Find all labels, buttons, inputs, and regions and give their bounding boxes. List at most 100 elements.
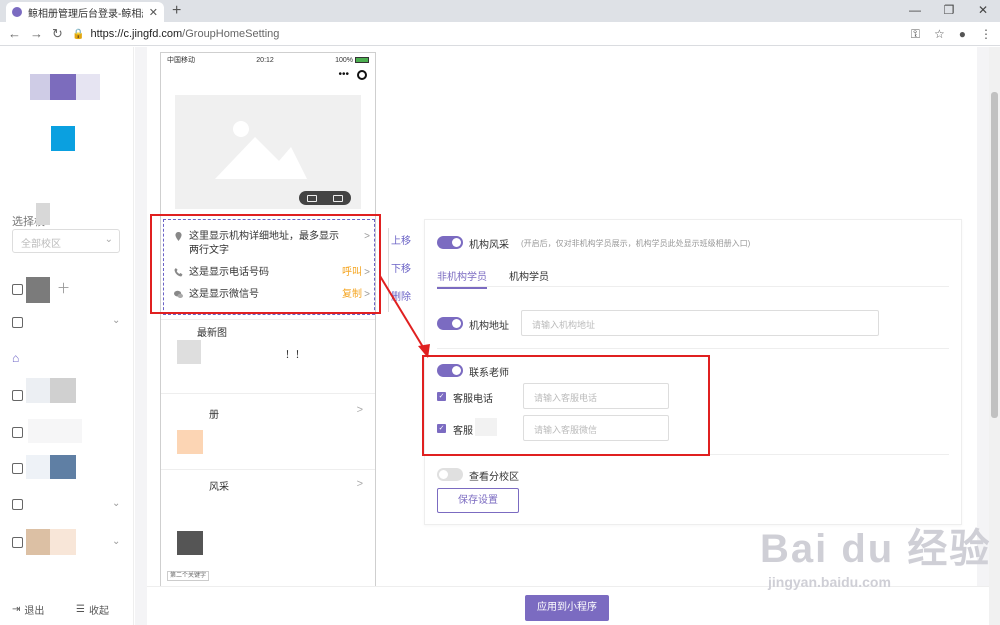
battery-icon: [355, 56, 369, 63]
style-toggle[interactable]: [437, 236, 463, 249]
chevron-right-icon: >: [356, 404, 363, 416]
list-item[interactable]: 册 >: [161, 393, 375, 454]
logout-link[interactable]: ⇥ 退出: [12, 602, 44, 617]
browser-tab[interactable]: 鲸相册管理后台登录-鲸相册_会 ✕: [6, 2, 164, 22]
tabs-underline: [437, 286, 949, 287]
thumb-blur: [177, 430, 203, 454]
menu-item-icon[interactable]: [12, 537, 23, 548]
tab-title: 鲸相册管理后台登录-鲸相册_会: [28, 8, 143, 20]
logo-blur: [76, 74, 100, 100]
mini-program-capsule[interactable]: •••: [338, 69, 367, 80]
photo-icon[interactable]: [307, 194, 317, 202]
logout-icon: ⇥: [12, 604, 21, 615]
key-icon[interactable]: ⚿: [911, 25, 920, 43]
address-toggle[interactable]: [437, 317, 463, 330]
address-label: 机构地址: [469, 321, 509, 332]
list-item-title: 最新图: [197, 328, 227, 339]
sidebar: 选择校 全部校区 ⌄ 十 ⌄ ⌂ ⌄ ⌄ ⇥ 退出 ☰ 收起: [0, 47, 134, 625]
banner-image-placeholder: [175, 95, 361, 209]
video-icon[interactable]: [333, 194, 343, 202]
menu-blur: [26, 277, 50, 303]
menu-item-label: 十: [58, 283, 69, 295]
maximize-button[interactable]: ❐: [932, 0, 966, 22]
label-blur: [36, 203, 50, 225]
list-item: 最新图 ！！: [161, 319, 375, 365]
close-window-button[interactable]: ✕: [966, 0, 1000, 22]
apply-to-mini-program-button[interactable]: 应用到小程序: [525, 595, 609, 621]
menu-blur: [26, 529, 50, 555]
campus-select[interactable]: 全部校区 ⌄: [12, 229, 120, 253]
chevron-down-icon: ⌄: [104, 234, 113, 245]
lock-icon: 🔒: [72, 28, 85, 40]
annotation-arrow-icon: [379, 275, 430, 358]
bookmark-star-icon[interactable]: ☆: [934, 25, 945, 43]
watermark-logo: Bai du 经验: [760, 527, 992, 571]
branch-label: 查看分校区: [469, 472, 519, 483]
save-settings-button[interactable]: 保存设置: [437, 488, 519, 513]
logo-blur: [50, 74, 76, 100]
menu-blur: [50, 378, 76, 403]
watermark-url: jingyan.baidu.com: [768, 574, 891, 590]
campus-select-value: 全部校区: [21, 239, 61, 250]
phone-status-bar: 中国移动 20:12 100%: [161, 53, 375, 67]
collapse-link[interactable]: ☰ 收起: [76, 602, 109, 617]
address-input[interactable]: 请输入机构地址: [521, 310, 879, 336]
logo-blur: [30, 74, 50, 100]
browser-tab-bar: 鲸相册管理后台登录-鲸相册_会 ✕ + — ❐ ✕: [0, 0, 1000, 22]
logout-label: 退出: [24, 606, 45, 617]
keyword-tag: 第二个关键字: [167, 571, 209, 581]
menu-icon: [12, 284, 23, 295]
media-switch[interactable]: [299, 191, 351, 205]
site-favicon-icon: [12, 7, 22, 17]
menu-item-icon[interactable]: [12, 463, 23, 474]
phone-preview: 中国移动 20:12 100% ••• 这里显示机构详细地址，最多显示两行文字 …: [160, 52, 376, 592]
annotation-box-preview: [150, 214, 381, 314]
forward-arrow-icon[interactable]: →: [30, 25, 43, 43]
menu-blur: [26, 455, 50, 479]
menu-item-icon[interactable]: [12, 499, 23, 510]
url-path: /GroupHomeSetting: [182, 28, 280, 40]
collapse-label: 收起: [88, 606, 109, 617]
list-item-title: 风采: [209, 482, 229, 493]
menu-blur: [28, 419, 82, 443]
branch-toggle[interactable]: [437, 468, 463, 481]
list-item-title: ！！: [285, 350, 305, 361]
thumb-blur: [177, 340, 201, 364]
annotation-box-contact: [422, 355, 710, 456]
minimize-button[interactable]: —: [898, 0, 932, 22]
watermark: Bai du 经验 jingyan.baidu.com: [760, 516, 991, 590]
menu-blur: [50, 529, 76, 555]
home-icon[interactable]: ⌂: [12, 351, 19, 365]
menu-item-icon[interactable]: [12, 390, 23, 401]
url-domain: https://c.jingfd.com: [90, 28, 183, 40]
move-up-button[interactable]: 上移: [391, 228, 411, 256]
style-hint: (开启后，仅对非机构学员展示，机构学员此处显示班级相册入口): [521, 239, 751, 248]
collapse-icon: ☰: [76, 604, 85, 615]
menu-blur: [26, 378, 50, 403]
carrier-label: 中国移动: [167, 57, 195, 64]
new-tab-button[interactable]: +: [172, 2, 181, 20]
status-time: 20:12: [256, 56, 274, 64]
account-icon[interactable]: ●: [959, 25, 966, 43]
more-dots-icon[interactable]: •••: [338, 69, 349, 80]
scrollbar-thumb[interactable]: [991, 92, 998, 418]
thumb-blur: [177, 531, 203, 555]
tab-close-icon[interactable]: ✕: [149, 6, 158, 19]
tab-member[interactable]: 机构学员: [509, 268, 549, 283]
style-label: 机构风采: [469, 240, 509, 251]
address-bar: ← → ↻ 🔒 https://c.jingfd.com/GroupHomeSe…: [0, 22, 1000, 46]
list-item[interactable]: 风采 >: [161, 469, 375, 509]
browser-menu-icon[interactable]: ⋮: [980, 25, 992, 43]
menu-item-icon[interactable]: [12, 317, 23, 328]
reload-icon[interactable]: ↻: [52, 25, 63, 43]
url-field[interactable]: 🔒 https://c.jingfd.com/GroupHomeSetting: [72, 24, 912, 44]
back-arrow-icon[interactable]: ←: [8, 25, 21, 43]
chevron-down-icon[interactable]: ⌄: [112, 536, 120, 547]
close-circle-icon[interactable]: [357, 69, 367, 80]
divider: [437, 348, 949, 349]
chevron-down-icon[interactable]: ⌄: [112, 498, 120, 509]
menu-blur: [50, 455, 76, 479]
avatar: [51, 126, 75, 151]
menu-item-icon[interactable]: [12, 427, 23, 438]
chevron-down-icon[interactable]: ⌄: [112, 315, 120, 326]
